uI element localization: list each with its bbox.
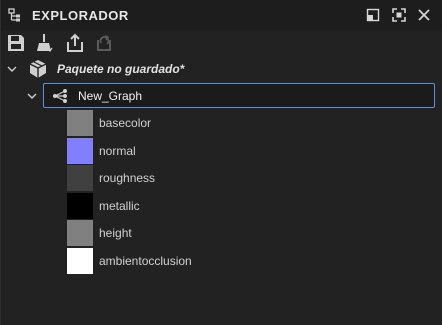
tree-item-package[interactable]: Paquete no guardado* — [1, 56, 442, 82]
color-swatch — [67, 138, 93, 164]
color-swatch — [67, 165, 93, 191]
list-item-output[interactable]: basecolor — [67, 110, 427, 136]
chevron-down-icon[interactable] — [6, 63, 18, 75]
output-label: height — [99, 226, 132, 240]
tree-item-graph[interactable]: New_Graph — [43, 83, 435, 108]
clean-broom-icon[interactable] — [34, 32, 56, 54]
output-label: ambientocclusion — [99, 254, 192, 268]
output-label: normal — [99, 144, 136, 158]
graph-label: New_Graph — [78, 89, 143, 103]
chevron-down-icon[interactable] — [26, 90, 38, 102]
output-label: roughness — [99, 171, 156, 185]
restore-window-icon[interactable] — [365, 7, 381, 23]
graph-nodes-icon — [53, 89, 67, 103]
list-item-output[interactable]: roughness — [67, 165, 427, 191]
package-label: Paquete no guardado* — [57, 62, 185, 76]
explorer-toolbar — [1, 30, 442, 56]
color-swatch — [67, 220, 93, 246]
list-item-output[interactable]: ambientocclusion — [67, 248, 427, 274]
color-swatch — [67, 110, 93, 136]
close-icon[interactable] — [416, 7, 432, 23]
tree-hierarchy-icon — [8, 8, 20, 22]
maximize-icon[interactable] — [391, 7, 407, 23]
color-swatch — [67, 248, 93, 274]
list-item-output[interactable]: normal — [67, 138, 427, 164]
color-swatch — [67, 193, 93, 219]
export-icon[interactable] — [64, 32, 86, 54]
save-icon[interactable] — [5, 32, 27, 54]
list-item-output[interactable]: height — [67, 220, 427, 246]
list-item-output[interactable]: metallic — [67, 193, 427, 219]
panel-title: EXPLORADOR — [32, 8, 129, 23]
output-label: basecolor — [99, 116, 152, 130]
explorer-panel: EXPLORADOR Paquete no guardado* New_Grap… — [0, 0, 442, 325]
panel-header: EXPLORADOR — [1, 0, 442, 30]
package-cube-icon — [29, 60, 47, 78]
output-label: metallic — [99, 199, 140, 213]
refresh-icon[interactable] — [93, 32, 115, 54]
